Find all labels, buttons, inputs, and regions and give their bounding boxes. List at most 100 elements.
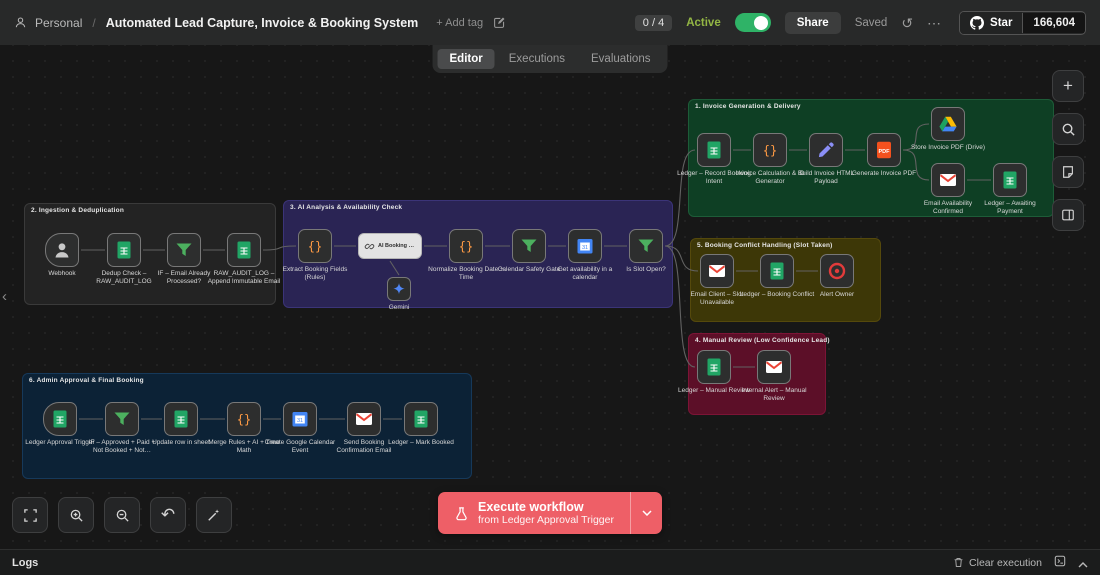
sheets-icon[interactable]: [404, 402, 438, 436]
filter-icon[interactable]: [512, 229, 546, 263]
filter-icon[interactable]: [105, 402, 139, 436]
tab-editor[interactable]: Editor: [438, 49, 495, 69]
svg-text:31: 31: [582, 245, 588, 251]
sheets-icon[interactable]: [697, 350, 731, 384]
github-logo-icon: [970, 16, 984, 30]
svg-text:31: 31: [297, 418, 303, 424]
github-star-label: Star: [990, 17, 1012, 29]
share-button[interactable]: Share: [785, 12, 841, 34]
layout-panel-button[interactable]: [1052, 199, 1084, 231]
tab-evaluations[interactable]: Evaluations: [579, 49, 662, 69]
node-raw-audit-log-append-immutable-email[interactable]: RAW_AUDIT_LOG – Append Immutable Email: [205, 233, 283, 286]
node-label: Ledger – Awaiting Payment: [971, 200, 1049, 216]
gmail-icon[interactable]: [700, 254, 734, 288]
node-ledger-mark-booked[interactable]: Ledger – Mark Booked: [382, 402, 460, 447]
sheets-icon[interactable]: [993, 163, 1027, 197]
sticky-note-button[interactable]: [1052, 156, 1084, 188]
search-button[interactable]: [1052, 113, 1084, 145]
add-node-button[interactable]: +: [1052, 70, 1084, 102]
pdf-icon[interactable]: PDF: [867, 133, 901, 167]
zoom-out-button[interactable]: [104, 497, 140, 533]
execute-options-dropdown[interactable]: [630, 492, 662, 534]
filter-icon[interactable]: [167, 233, 201, 267]
person-icon[interactable]: [45, 233, 79, 267]
node-is-slot-open[interactable]: Is Slot Open?: [607, 229, 685, 274]
add-tag-button[interactable]: + Add tag: [436, 17, 483, 29]
execute-label: Execute workflow: [478, 500, 614, 514]
tidy-up-button[interactable]: [196, 497, 232, 533]
svg-text:{}: {}: [308, 240, 322, 254]
gmail-icon[interactable]: [347, 402, 381, 436]
logs-bar[interactable]: Logs Clear execution: [0, 549, 1100, 575]
sheets-icon[interactable]: [697, 133, 731, 167]
execute-sublabel: from Ledger Approval Trigger: [478, 514, 614, 526]
canvas-right-toolbar: +: [1052, 70, 1084, 231]
sheets-icon[interactable]: [164, 402, 198, 436]
gemini-icon[interactable]: [387, 277, 411, 301]
evaluation-progress-badge: 0 / 4: [635, 15, 672, 31]
project-breadcrumb[interactable]: Personal: [35, 16, 82, 30]
link-icon[interactable]: AI Booking Extraction…: [358, 233, 422, 259]
sheets-icon[interactable]: [227, 233, 261, 267]
node-gemini[interactable]: Gemini: [360, 277, 438, 312]
sheets-icon[interactable]: [107, 233, 141, 267]
svg-text:PDF: PDF: [879, 149, 891, 155]
zoom-in-button[interactable]: [58, 497, 94, 533]
gmail-icon[interactable]: [757, 350, 791, 384]
view-tabs: Editor Executions Evaluations: [433, 45, 668, 73]
node-label: RAW_AUDIT_LOG – Append Immutable Email: [205, 270, 283, 286]
svg-text:{}: {}: [459, 240, 473, 254]
github-widget: Star 166,604: [959, 11, 1086, 35]
active-toggle[interactable]: [735, 13, 771, 32]
tab-executions[interactable]: Executions: [497, 49, 577, 69]
filter-icon[interactable]: [629, 229, 663, 263]
chevron-up-icon[interactable]: [1078, 556, 1088, 570]
node-label: Gemini: [360, 304, 438, 312]
github-star-count[interactable]: 166,604: [1022, 13, 1085, 33]
open-logs-panel-icon[interactable]: [1054, 555, 1066, 570]
code-icon[interactable]: {}: [298, 229, 332, 263]
github-star-button[interactable]: Star: [960, 12, 1022, 34]
node-inline-label: AI Booking Extraction…: [378, 243, 416, 249]
node-ai-booking-extraction[interactable]: AI Booking Extraction…: [358, 233, 422, 259]
sheets-icon[interactable]: [760, 254, 794, 288]
logs-title: Logs: [12, 557, 38, 569]
node-label: Ledger – Mark Booked: [382, 439, 460, 447]
node-label: Alert Owner: [798, 291, 876, 299]
collapse-left-panel-icon[interactable]: ‹: [2, 288, 7, 305]
undo-button[interactable]: ↶: [150, 497, 186, 533]
calendar-icon[interactable]: 31: [283, 402, 317, 436]
gmail-icon[interactable]: [931, 163, 965, 197]
svg-text:{}: {}: [763, 144, 777, 158]
trash-icon: [953, 557, 964, 568]
code-icon[interactable]: {}: [449, 229, 483, 263]
pencil-icon[interactable]: [809, 133, 843, 167]
execute-workflow-button[interactable]: Execute workflow from Ledger Approval Tr…: [438, 492, 662, 534]
code-icon[interactable]: {}: [753, 133, 787, 167]
node-internal-alert-manual-review[interactable]: Internal Alert – Manual Review: [735, 350, 813, 403]
calendar-icon[interactable]: 31: [568, 229, 602, 263]
execute-main[interactable]: Execute workflow from Ledger Approval Tr…: [438, 492, 630, 534]
rename-icon[interactable]: [493, 16, 506, 29]
logs-actions: Clear execution: [953, 555, 1088, 570]
workflow-canvas[interactable]: 1. Invoice Generation & DeliveryLedger –…: [0, 0, 1100, 575]
workflow-title[interactable]: Automated Lead Capture, Invoice & Bookin…: [106, 16, 419, 30]
node-label: Extract Booking Fields (Rules): [276, 266, 354, 282]
breadcrumb-separator: /: [92, 16, 95, 30]
n8n-app: 1. Invoice Generation & DeliveryLedger –…: [0, 0, 1100, 575]
alert-icon[interactable]: [820, 254, 854, 288]
clear-execution-label: Clear execution: [969, 557, 1042, 569]
drive-icon[interactable]: [931, 107, 965, 141]
code-icon[interactable]: {}: [227, 402, 261, 436]
node-extract-booking-fields-rules[interactable]: {} Extract Booking Fields (Rules): [276, 229, 354, 282]
sheets-icon[interactable]: [43, 402, 77, 436]
history-icon[interactable]: ↺: [901, 16, 913, 30]
fit-view-button[interactable]: [12, 497, 48, 533]
connections-layer: [0, 0, 1100, 575]
active-label: Active: [686, 17, 721, 29]
node-ledger-awaiting-payment[interactable]: Ledger – Awaiting Payment: [971, 163, 1049, 216]
more-menu-icon[interactable]: ⋯: [927, 16, 941, 30]
clear-execution-button[interactable]: Clear execution: [953, 557, 1042, 569]
node-alert-owner[interactable]: Alert Owner: [798, 254, 876, 299]
node-store-invoice-pdf-drive[interactable]: Store Invoice PDF (Drive): [909, 107, 987, 152]
